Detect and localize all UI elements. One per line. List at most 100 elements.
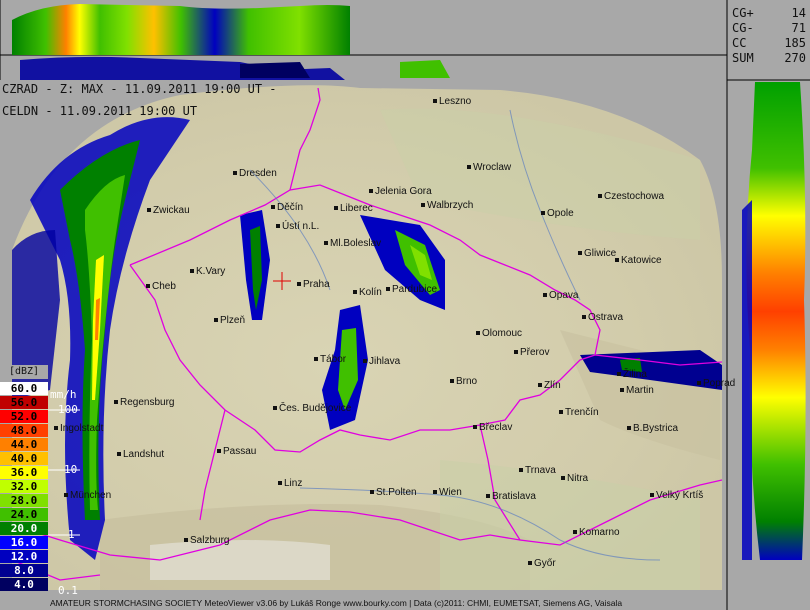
city-name: B.Bystrica: [633, 423, 679, 434]
city-marker-icon: [582, 315, 586, 320]
city-label: Ústí n.L.: [276, 221, 319, 232]
city-name: Velký Krtíš: [656, 490, 704, 501]
city-name: Nitra: [567, 473, 589, 484]
city-name: Přerov: [520, 347, 550, 358]
city-marker-icon: [598, 194, 602, 199]
city-label: Velký Krtíš: [650, 490, 703, 501]
city-name: Passau: [223, 446, 257, 457]
city-name: Jihlava: [369, 356, 401, 367]
city-label: Liberec: [334, 203, 373, 214]
city-label: Bratislava: [486, 491, 536, 502]
city-name: Děčín: [277, 202, 304, 213]
city-label: B.Bystrica: [627, 423, 678, 434]
city-label: Katowice: [615, 255, 662, 266]
city-name: St.Polten: [376, 487, 417, 498]
city-label: Děčín: [271, 202, 303, 213]
city-label: Jihlava: [363, 356, 400, 367]
legend-row: 52.0: [0, 410, 48, 423]
city-name: Regensburg: [120, 397, 175, 408]
city-label: Regensburg: [114, 397, 174, 408]
city-marker-icon: [697, 381, 701, 386]
legend-row: 28.0: [0, 494, 48, 507]
city-marker-icon: [476, 331, 480, 336]
city-name: Ústí n.L.: [282, 221, 320, 232]
city-label: St.Polten: [370, 487, 417, 498]
city-marker-icon: [190, 269, 194, 274]
city-label: Trnava: [519, 465, 556, 476]
city-name: Dresden: [239, 168, 277, 179]
city-label: Plzeň: [214, 315, 245, 326]
city-name: Brno: [456, 376, 478, 387]
legend-row: 56.0: [0, 396, 48, 409]
city-label: Ml.Boleslav: [324, 238, 381, 249]
city-marker-icon: [514, 350, 518, 355]
city-marker-icon: [450, 379, 454, 384]
city-label: Salzburg: [184, 535, 229, 546]
city-name: Ingolstadt: [60, 423, 104, 434]
city-marker-icon: [543, 293, 547, 298]
city-marker-icon: [627, 426, 631, 431]
city-marker-icon: [233, 171, 237, 176]
city-label: Kolín: [353, 287, 382, 298]
city-marker-icon: [146, 284, 150, 289]
legend-row: 48.0: [0, 424, 48, 437]
city-name: Cheb: [152, 281, 176, 292]
legend-row: 16.0: [0, 536, 48, 549]
city-name: Komarno: [579, 527, 620, 538]
city-marker-icon: [559, 410, 563, 415]
city-label: Nitra: [561, 473, 588, 484]
city-label: K.Vary: [190, 266, 225, 277]
city-marker-icon: [433, 99, 437, 104]
city-name: Walbrzych: [427, 200, 474, 211]
city-label: Ingolstadt: [54, 423, 103, 434]
city-name: Čes. Budějovice: [279, 403, 352, 414]
city-name: Gliwice: [584, 248, 617, 259]
city-name: Bratislava: [492, 491, 536, 502]
city-label: Ostrava: [582, 312, 623, 323]
city-marker-icon: [363, 359, 367, 364]
radar-product-title: CZRAD - Z: MAX - 11.09.2011 19:00 UT -: [2, 82, 277, 96]
city-marker-icon: [615, 258, 619, 263]
city-label: Linz: [278, 478, 302, 489]
city-marker-icon: [561, 476, 565, 481]
city-label: Praha: [297, 279, 330, 290]
city-marker-icon: [617, 372, 621, 377]
city-marker-icon: [334, 206, 338, 211]
city-label: Leszno: [433, 96, 471, 107]
city-marker-icon: [650, 493, 654, 498]
city-label: Dresden: [233, 168, 277, 179]
city-name: Opava: [549, 290, 579, 301]
city-label: Komarno: [573, 527, 620, 538]
city-name: Trenčín: [565, 407, 599, 418]
city-name: Olomouc: [482, 328, 523, 339]
city-name: Czestochowa: [604, 191, 665, 202]
city-label: Wien: [433, 487, 462, 498]
city-marker-icon: [147, 208, 151, 213]
city-marker-icon: [324, 241, 328, 246]
city-name: Tábor: [320, 354, 347, 365]
city-label: Czestochowa: [598, 191, 664, 202]
city-label: Žilina: [617, 369, 647, 380]
city-label: Trenčín: [559, 407, 599, 418]
city-name: Trnava: [525, 465, 556, 476]
city-marker-icon: [271, 205, 275, 210]
city-label: Přerov: [514, 347, 549, 358]
city-label: Poprad: [697, 378, 735, 389]
city-name: Ostrava: [588, 312, 624, 323]
city-label: Břeclav: [473, 422, 512, 433]
city-marker-icon: [369, 189, 373, 194]
city-name: Jelenia Gora: [375, 186, 432, 197]
city-name: K.Vary: [196, 266, 226, 277]
city-marker-icon: [276, 224, 280, 229]
city-marker-icon: [421, 203, 425, 208]
city-name: Leszno: [439, 96, 472, 107]
legend-row: 44.0: [0, 438, 48, 451]
city-marker-icon: [273, 406, 277, 411]
rain-rate-10: 10: [64, 463, 78, 476]
city-label: Wroclaw: [467, 162, 511, 173]
legend-row: 36.0: [0, 466, 48, 479]
legend-title: [dBZ]: [0, 365, 48, 379]
city-marker-icon: [314, 357, 318, 362]
city-label: Opava: [543, 290, 578, 301]
city-label: Jelenia Gora: [369, 186, 432, 197]
